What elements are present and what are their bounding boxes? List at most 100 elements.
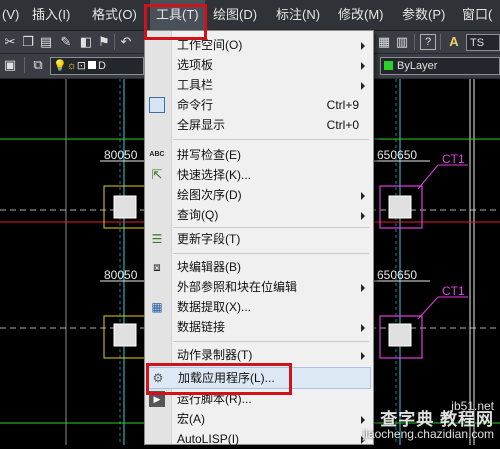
menu-item-update-fields[interactable]: ☰ 更新字段(T) bbox=[145, 229, 373, 249]
menu-item-label: 动作录制器(T) bbox=[177, 348, 253, 362]
column-block bbox=[388, 195, 412, 219]
submenu-arrow-icon bbox=[361, 62, 365, 70]
watermark-title: 查字典 教程网 bbox=[380, 410, 494, 429]
submenu-arrow-icon bbox=[361, 212, 365, 220]
match-properties-icon[interactable]: ✎ bbox=[58, 34, 74, 50]
menu-item-label: 更新字段(T) bbox=[177, 232, 241, 246]
toolbar-separator bbox=[114, 34, 115, 50]
menubar-item-draw[interactable]: 绘图(D) bbox=[213, 0, 257, 30]
submenu-arrow-icon bbox=[361, 324, 365, 332]
menu-item-command-line[interactable]: 命令行 Ctrl+9 bbox=[145, 95, 373, 115]
block-editor-icon: ⧈ bbox=[153, 260, 161, 274]
menu-item-data-extraction[interactable]: ▦ 数据提取(X)... bbox=[145, 297, 373, 317]
layer-state-icon[interactable]: ⧉ bbox=[30, 57, 46, 73]
text-style-select[interactable]: TS bbox=[466, 34, 500, 51]
menu-item-label: 全屏显示 bbox=[177, 118, 226, 132]
command-line-icon bbox=[149, 97, 165, 113]
leader-line bbox=[417, 296, 439, 320]
menu-item-action-recorder[interactable]: 动作录制器(T) bbox=[145, 345, 373, 365]
layer-select[interactable]: 💡☼⊡ D bbox=[50, 57, 144, 75]
menu-separator bbox=[173, 341, 369, 342]
data-extract-icon: ▦ bbox=[151, 300, 163, 314]
menu-separator bbox=[173, 253, 369, 254]
dimension-text: 80050 bbox=[104, 148, 138, 162]
bylayer-color-swatch bbox=[384, 61, 393, 70]
submenu-arrow-icon bbox=[361, 82, 365, 90]
bylayer-label: ByLayer bbox=[397, 60, 438, 72]
spreadsheet-icon[interactable]: ▥ bbox=[394, 34, 410, 50]
calculator-icon[interactable]: ▦ bbox=[376, 34, 392, 50]
lock-icon: ⊡ bbox=[76, 60, 87, 72]
update-field-icon: ☰ bbox=[151, 232, 163, 246]
leader-line bbox=[417, 164, 439, 190]
toolbar-separator bbox=[440, 34, 441, 50]
dimension-text: 650650 bbox=[377, 148, 417, 162]
menu-item-autolisp[interactable]: AutoLISP(I) bbox=[145, 429, 373, 449]
menu-item-fullscreen[interactable]: 全屏显示 Ctrl+0 bbox=[145, 115, 373, 135]
menubar-item-modify[interactable]: 修改(M) bbox=[338, 0, 384, 30]
menu-item-label: 宏(A) bbox=[177, 412, 205, 426]
menu-item-palettes[interactable]: 选项板 bbox=[145, 55, 373, 75]
help-icon[interactable]: ? bbox=[420, 34, 436, 50]
menubar-item-format[interactable]: 格式(O) bbox=[92, 0, 137, 30]
menu-item-shortcut: Ctrl+0 bbox=[326, 118, 359, 132]
watermark: jb51.net 查字典 教程网 jiaocheng.chazidian.com bbox=[363, 399, 494, 441]
menu-separator bbox=[173, 139, 369, 140]
column-block bbox=[388, 323, 412, 347]
menu-item-label: 数据链接 bbox=[177, 320, 226, 334]
submenu-arrow-icon bbox=[361, 192, 365, 200]
layer-name: D bbox=[98, 60, 106, 72]
color-select[interactable]: ByLayer bbox=[380, 57, 500, 75]
brush-icon[interactable]: ⚑ bbox=[96, 34, 112, 50]
menu-item-label: 拼写检查(E) bbox=[177, 148, 241, 162]
quick-select-icon: ⇱ bbox=[151, 167, 163, 182]
menu-item-shortcut: Ctrl+9 bbox=[326, 98, 359, 112]
text-style-icon[interactable]: A bbox=[446, 34, 462, 50]
menu-item-block-editor[interactable]: ⧈ 块编辑器(B) bbox=[145, 257, 373, 277]
spell-check-icon: ABC bbox=[149, 147, 165, 163]
cut-icon[interactable]: ✂ bbox=[2, 34, 18, 50]
menubar-item-parametric[interactable]: 参数(P) bbox=[402, 0, 445, 30]
column-block bbox=[113, 323, 137, 347]
menu-item-label: 查询(Q) bbox=[177, 208, 219, 222]
menu-item-inquiry[interactable]: 查询(Q) bbox=[145, 205, 373, 225]
column-label: CT1 bbox=[442, 152, 465, 166]
menu-item-spell-check[interactable]: ABC 拼写检查(E) bbox=[145, 145, 373, 165]
menu-item-macro[interactable]: 宏(A) bbox=[145, 409, 373, 429]
paste-icon[interactable]: ▤ bbox=[38, 34, 54, 50]
menu-item-label: 数据提取(X)... bbox=[177, 300, 251, 314]
undo-icon[interactable]: ↶ bbox=[118, 34, 134, 50]
menu-item-data-links[interactable]: 数据链接 bbox=[145, 317, 373, 337]
submenu-arrow-icon bbox=[361, 352, 365, 360]
menu-item-xref-edit[interactable]: 外部参照和块在位编辑 bbox=[145, 277, 373, 297]
block-icon[interactable]: ◧ bbox=[78, 34, 94, 50]
column-block bbox=[113, 195, 137, 219]
menubar-item-dimension[interactable]: 标注(N) bbox=[276, 0, 320, 30]
menu-item-label: 绘图次序(D) bbox=[177, 188, 242, 202]
layer-color-swatch bbox=[88, 61, 97, 69]
menubar-item-view[interactable]: (V) bbox=[2, 0, 19, 30]
menu-item-label: 快速选择(K)... bbox=[177, 168, 251, 182]
menu-item-label: 命令行 bbox=[177, 98, 214, 112]
load-application-highlight-box bbox=[146, 363, 292, 395]
menu-item-label: 外部参照和块在位编辑 bbox=[177, 280, 298, 294]
menu-item-label: 选项板 bbox=[177, 58, 214, 72]
menubar-item-window[interactable]: 窗口( bbox=[462, 0, 492, 30]
submenu-arrow-icon bbox=[361, 42, 365, 50]
menu-item-quick-select[interactable]: ⇱ 快速选择(K)... bbox=[145, 165, 373, 185]
lightbulb-icon: 💡 bbox=[53, 60, 67, 72]
menu-item-label: 工具栏 bbox=[177, 78, 214, 92]
tools-menu-highlight-box bbox=[144, 4, 207, 40]
column-label: CT1 bbox=[442, 284, 465, 298]
menu-separator bbox=[173, 227, 369, 228]
layer-manager-icon[interactable]: ▣ bbox=[2, 57, 18, 73]
toolbar-separator bbox=[414, 34, 415, 50]
menu-item-label: 块编辑器(B) bbox=[177, 260, 241, 274]
copy-icon[interactable]: ❐ bbox=[20, 34, 36, 50]
watermark-url: jiaocheng.chazidian.com bbox=[362, 427, 494, 441]
menubar-item-insert[interactable]: 插入(I) bbox=[32, 0, 70, 30]
menu-item-toolbars[interactable]: 工具栏 bbox=[145, 75, 373, 95]
spell-check-icon-label: ABC bbox=[149, 151, 165, 158]
sun-icon: ☼ bbox=[66, 60, 77, 72]
menu-item-draw-order[interactable]: 绘图次序(D) bbox=[145, 185, 373, 205]
